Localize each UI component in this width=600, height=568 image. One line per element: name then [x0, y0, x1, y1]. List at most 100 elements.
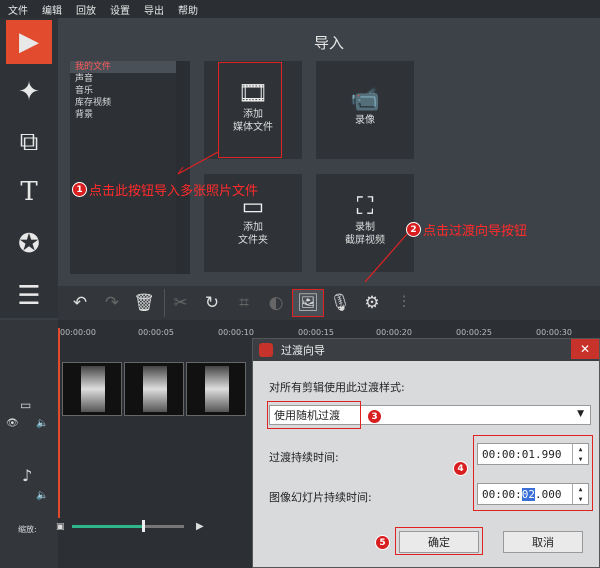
speaker-icon[interactable]: 🔈: [36, 418, 48, 429]
step-badge: 2: [406, 222, 421, 237]
zoom-out-icon[interactable]: ▣: [56, 522, 65, 532]
file-tree-item[interactable]: 背景: [70, 109, 176, 121]
star-icon: ✪: [18, 229, 40, 259]
style-prompt: 对所有剪辑使用此过渡样式:: [269, 381, 405, 394]
import-tab-button[interactable]: ▶: [6, 20, 52, 64]
ruler-tick: 00:00:00: [60, 328, 96, 337]
edit-toolbar: ↶ ↷ 🗑 ✂ ↻ ⌗ ◐ 🖼 🎙 ⚙ ⫶: [58, 286, 600, 320]
ruler-tick: 00:00:25: [456, 328, 492, 337]
step-badge: 4: [453, 461, 468, 476]
slide-duration-label: 图像幻灯片持续时间:: [269, 491, 372, 504]
highlight-box: [267, 401, 361, 429]
list-icon: ☰: [17, 281, 41, 311]
zoom-label: 缩放:: [18, 525, 37, 534]
cancel-button[interactable]: 取消: [503, 531, 583, 553]
annotation-text: 点击过渡向导按钮: [423, 224, 528, 239]
import-panel: 导入 我的文件 声音 音乐 库存视频 背景 🎞 添加 媒体文件 📹 录像 ▭ 添…: [58, 18, 600, 286]
gear-icon: ⚙: [364, 293, 380, 313]
magic-wand-icon: ✦: [18, 77, 40, 107]
video-track-icon: ▭: [20, 398, 32, 412]
microphone-icon: 🎙: [329, 293, 351, 313]
clip-properties-button[interactable]: ⚙: [356, 289, 388, 317]
highlight-box: [218, 62, 282, 158]
annotation-text: 点击此按钮导入多张照片文件: [89, 184, 259, 199]
playhead[interactable]: [58, 328, 60, 518]
panel-title: 导入: [313, 34, 344, 52]
annotation-arrow: [177, 151, 219, 175]
rotate-button[interactable]: ↻: [196, 289, 228, 317]
highlight-box: [395, 527, 483, 555]
transition-icon: ⧉: [19, 126, 39, 157]
file-tree: 我的文件 声音 音乐 库存视频 背景: [70, 61, 176, 274]
menu-playback[interactable]: 回放: [76, 2, 96, 17]
delete-button[interactable]: 🗑: [128, 289, 160, 317]
menu-export[interactable]: 导出: [144, 2, 164, 17]
color-adjust-button[interactable]: ◐: [260, 289, 292, 317]
chevron-down-icon: ▼: [577, 409, 584, 419]
menu-bar: 文件 编辑 回放 设置 导出 帮助: [0, 0, 600, 18]
clip-thumbnail: [205, 366, 229, 412]
app-icon: [259, 343, 273, 357]
dialog-title: 过渡向导: [281, 344, 325, 357]
step-badge: 3: [367, 409, 382, 424]
zoom-in-icon[interactable]: ▶: [196, 521, 204, 532]
annotation-arrow: [364, 233, 408, 283]
menu-file[interactable]: 文件: [8, 2, 28, 17]
annotation-2: 2 点击过渡向导按钮: [406, 220, 527, 239]
timeline-clip[interactable]: [62, 362, 122, 416]
clip-thumbnail: [81, 366, 105, 412]
dialog-titlebar: 过渡向导: [253, 339, 599, 361]
file-tree-item[interactable]: 声音: [70, 73, 176, 85]
duration-label: 过渡持续时间:: [269, 451, 339, 464]
cut-button[interactable]: ✂: [164, 289, 196, 317]
file-tree-item[interactable]: 音乐: [70, 85, 176, 97]
timeline-clip[interactable]: [124, 362, 184, 416]
ruler-tick: 00:00:15: [298, 328, 334, 337]
record-video-button[interactable]: 📹 录像: [316, 61, 414, 159]
ruler-tick: 00:00:10: [218, 328, 254, 337]
record-audio-button[interactable]: 🎙: [324, 289, 356, 317]
undo-button[interactable]: ↶: [64, 289, 96, 317]
speaker-icon[interactable]: 🔈: [36, 490, 48, 501]
stickers-tab-button[interactable]: ✪: [6, 222, 52, 266]
transition-wizard-button[interactable]: 🖼: [292, 289, 324, 317]
tile-label: 添加 文件夹: [238, 221, 268, 246]
filters-tab-button[interactable]: ✦: [6, 70, 52, 114]
track-headers: ▭ 👁 🔈 ♪ 🔈 缩放:: [0, 320, 58, 568]
timeline-clip[interactable]: [186, 362, 246, 416]
more-tab-button[interactable]: ☰: [6, 274, 52, 318]
film-import-icon: ▶: [19, 27, 39, 57]
redo-button[interactable]: ↷: [96, 289, 128, 317]
menu-edit[interactable]: 编辑: [42, 2, 62, 17]
ruler-tick: 00:00:30: [536, 328, 572, 337]
crop-icon: ⌗: [239, 293, 249, 313]
undo-icon: ↶: [72, 293, 88, 313]
clip-thumbnail: [143, 366, 167, 412]
image-icon: 🖼: [297, 293, 319, 313]
close-button[interactable]: ✕: [571, 339, 599, 359]
file-tree-item[interactable]: 我的文件: [70, 61, 176, 73]
camera-icon: 📹: [350, 85, 380, 113]
ruler-tick: 00:00:20: [376, 328, 412, 337]
file-tree-item[interactable]: 库存视频: [70, 97, 176, 109]
menu-settings[interactable]: 设置: [110, 2, 130, 17]
zoom-slider-handle[interactable]: [142, 520, 145, 532]
crop-button[interactable]: ⌗: [228, 289, 260, 317]
titles-tab-button[interactable]: T: [6, 170, 52, 214]
equalizer-icon: ⫶: [401, 293, 407, 313]
annotation-1: 1 点击此按钮导入多张照片文件: [72, 180, 258, 199]
folder-icon: ▭: [241, 191, 265, 220]
step-badge: 5: [375, 535, 390, 550]
zoom-slider-track[interactable]: [144, 525, 184, 528]
rotate-icon: ↻: [204, 293, 220, 313]
menu-help[interactable]: 帮助: [178, 2, 198, 17]
screen-capture-icon: ⛶: [356, 191, 374, 220]
highlight-box: [473, 435, 593, 511]
ruler-tick: 00:00:05: [138, 328, 174, 337]
scissors-icon: ✂: [173, 293, 188, 313]
equalizer-button[interactable]: ⫶: [388, 289, 420, 317]
tile-label: 录像: [355, 115, 375, 126]
eye-icon[interactable]: 👁: [6, 418, 19, 429]
transitions-tab-button[interactable]: ⧉: [6, 120, 52, 164]
close-icon: ✕: [579, 342, 591, 356]
